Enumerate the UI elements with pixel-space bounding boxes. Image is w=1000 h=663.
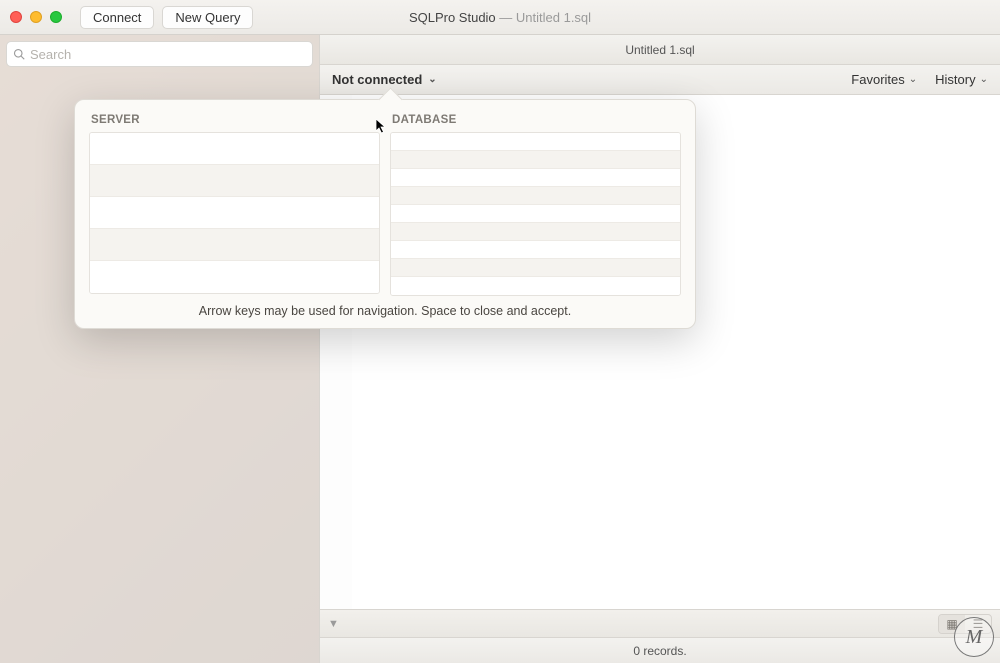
traffic-lights <box>10 11 62 23</box>
app-name: SQLPro Studio <box>409 10 496 25</box>
chevron-down-icon: ⌄ <box>909 74 917 85</box>
list-item[interactable] <box>90 133 379 165</box>
results-toolbar: ▼ ▦ ☰ <box>320 609 1000 637</box>
title-separator: — <box>496 10 516 25</box>
list-item[interactable] <box>391 187 680 205</box>
list-item[interactable] <box>90 165 379 197</box>
search-icon <box>13 48 25 60</box>
minimize-window-button[interactable] <box>30 11 42 23</box>
zoom-window-button[interactable] <box>50 11 62 23</box>
status-bar: 0 records. <box>320 637 1000 663</box>
history-label: History <box>935 72 975 87</box>
list-item[interactable] <box>391 133 680 151</box>
tab-bar: Untitled 1.sql <box>320 35 1000 65</box>
favorites-menu[interactable]: Favorites ⌄ <box>851 72 917 87</box>
list-item[interactable] <box>391 241 680 259</box>
connection-popover: SERVER DATABASE Arro <box>74 99 696 329</box>
popover-hint-text: Arrow keys may be used for navigation. S… <box>89 304 681 318</box>
database-list[interactable] <box>390 132 681 296</box>
chevron-down-icon: ⌄ <box>428 74 436 85</box>
disclosure-triangle-icon[interactable]: ▼ <box>328 618 339 630</box>
search-container <box>0 35 319 73</box>
list-item[interactable] <box>391 277 680 295</box>
list-item[interactable] <box>391 259 680 277</box>
connection-status-dropdown[interactable]: Not connected ⌄ <box>332 72 437 87</box>
connection-bar: Not connected ⌄ Favorites ⌄ History ⌄ <box>320 65 1000 95</box>
search-input[interactable] <box>30 47 306 62</box>
list-item[interactable] <box>90 197 379 229</box>
document-name: Untitled 1.sql <box>516 10 591 25</box>
history-menu[interactable]: History ⌄ <box>935 72 988 87</box>
favorites-label: Favorites <box>851 72 904 87</box>
list-item[interactable] <box>90 261 379 293</box>
list-item[interactable] <box>391 223 680 241</box>
close-window-button[interactable] <box>10 11 22 23</box>
connect-button[interactable]: Connect <box>80 6 154 29</box>
server-column-header: SERVER <box>89 114 380 126</box>
tab-untitled[interactable]: Untitled 1.sql <box>625 43 694 57</box>
connection-status-label: Not connected <box>332 72 422 87</box>
database-column-header: DATABASE <box>390 114 681 126</box>
watermark-logo-icon: M <box>954 617 994 657</box>
server-list[interactable] <box>89 132 380 294</box>
list-item[interactable] <box>391 151 680 169</box>
list-item[interactable] <box>391 205 680 223</box>
record-count-label: 0 records. <box>633 644 686 658</box>
list-item[interactable] <box>391 169 680 187</box>
list-item[interactable] <box>90 229 379 261</box>
database-column: DATABASE <box>390 114 681 296</box>
new-query-button[interactable]: New Query <box>162 6 253 29</box>
window-title: SQLPro Studio — Untitled 1.sql <box>409 10 591 25</box>
chevron-down-icon: ⌄ <box>980 74 988 85</box>
search-box[interactable] <box>6 41 313 67</box>
titlebar: Connect New Query SQLPro Studio — Untitl… <box>0 0 1000 35</box>
server-column: SERVER <box>89 114 380 296</box>
